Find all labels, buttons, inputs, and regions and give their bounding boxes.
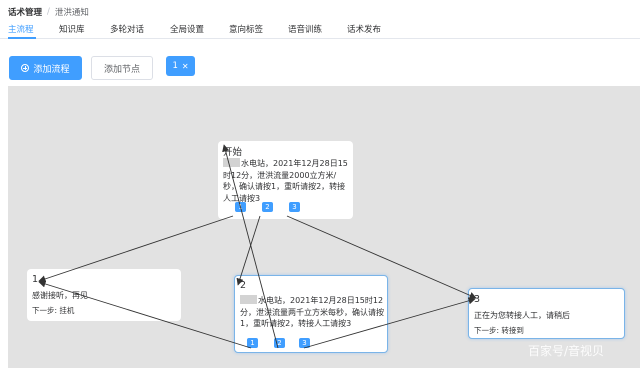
tab-main-flow[interactable]: 主流程 [8, 23, 34, 35]
tab-voice-training[interactable]: 语音训练 [288, 23, 322, 35]
node-2-title: 2 [240, 280, 247, 291]
node-2-content: 水电站，2021年12月28日15时12分，泄洪流量两千立方米每秒，确认请按1，… [240, 295, 386, 330]
node-start-content: 水电站，2021年12月28日15时12分，泄洪流量2000立方米/秒，确认请按… [223, 158, 350, 204]
add-node-button[interactable]: 添加节点 [91, 56, 153, 80]
node-1-title: 1 [32, 274, 39, 285]
tab-knowledge-base[interactable]: 知识库 [59, 23, 85, 35]
breadcrumb-parent[interactable]: 话术管理 [8, 6, 42, 18]
watermark: 百家号/音视贝 [528, 344, 605, 358]
flow-node-3[interactable]: 3 正在为您转接人工，请稍后 下一步: 转接到 [468, 288, 625, 339]
redacted-block [223, 158, 240, 167]
flow-node-start[interactable]: 开始 水电站，2021年12月28日15时12分，泄洪流量2000立方米/秒，确… [218, 141, 353, 219]
breadcrumb-current: 泄洪通知 [54, 8, 89, 18]
node-2-port-2[interactable]: 2 [274, 338, 285, 348]
add-flow-button[interactable]: 添加流程 [9, 56, 82, 80]
node-3-title: 3 [474, 294, 481, 305]
node-start-text: 水电站，2021年12月28日15时12分，泄洪流量2000立方米/秒，确认请按… [223, 159, 348, 203]
node-2-text: 水电站，2021年12月28日15时12分，泄洪流量两千立方米每秒，确认请按1，… [240, 296, 384, 328]
active-tab-indicator [8, 37, 36, 39]
node-1-content: 感谢接听，再见 [32, 291, 88, 300]
flow-canvas[interactable]: 开始 水电站，2021年12月28日15时12分，泄洪流量2000立方米/秒，确… [8, 86, 640, 368]
flow-node-1[interactable]: 1 感谢接听，再见 下一步: 挂机 [27, 269, 181, 321]
plus-circle-icon [21, 64, 30, 72]
add-flow-label: 添加流程 [33, 64, 70, 75]
node-start-port-1[interactable]: 1 [235, 202, 246, 212]
node-2-port-3[interactable]: 3 [299, 338, 310, 348]
breadcrumb-separator: / [47, 7, 50, 17]
node-1-next-step: 下一步: 挂机 [32, 306, 75, 315]
flow-node-2[interactable]: 2 水电站，2021年12月28日15时12分，泄洪流量两千立方米每秒，确认请按… [234, 275, 388, 353]
flow-tag[interactable]: 1 ✕ [166, 56, 195, 76]
node-start-port-2[interactable]: 2 [262, 202, 273, 212]
tab-global-settings[interactable]: 全局设置 [170, 23, 204, 35]
close-icon[interactable]: ✕ [182, 62, 189, 71]
node-3-next-step: 下一步: 转接到 [474, 326, 524, 335]
node-start-title: 开始 [223, 147, 243, 158]
tab-script-publish[interactable]: 话术发布 [347, 23, 381, 35]
tab-bar: 主流程 知识库 多轮对话 全局设置 意向标签 语音训练 话术发布 [0, 20, 640, 39]
breadcrumb: 话术管理 / 泄洪通知 [8, 6, 89, 18]
node-3-content: 正在为您转接人工，请稍后 [474, 311, 570, 320]
node-2-port-1[interactable]: 1 [247, 338, 258, 348]
tab-intent-tags[interactable]: 意向标签 [229, 23, 263, 35]
redacted-block [240, 295, 257, 304]
tab-multi-turn-dialog[interactable]: 多轮对话 [110, 23, 144, 35]
flow-tag-label: 1 [172, 61, 178, 71]
node-start-port-3[interactable]: 3 [289, 202, 300, 212]
